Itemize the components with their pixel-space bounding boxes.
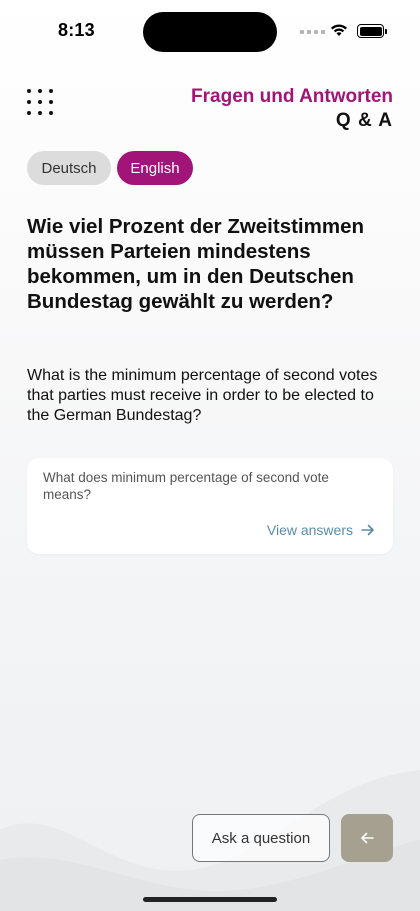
- question-english: What is the minimum percentage of second…: [27, 367, 378, 424]
- answer-card[interactable]: What does minimum percentage of second v…: [27, 458, 393, 554]
- question-german: Wie viel Prozent der Zweitstimmen müssen…: [27, 215, 365, 313]
- status-time: 8:13: [58, 20, 95, 40]
- dynamic-island: [143, 12, 277, 52]
- language-switcher: Deutsch English: [27, 151, 193, 185]
- status-bar: 8:13: [0, 0, 420, 60]
- app-title: Fragen und Antworten Q & A: [191, 86, 393, 134]
- menu-grid-icon[interactable]: [27, 89, 55, 117]
- ask-question-button[interactable]: Ask a question: [192, 814, 330, 862]
- wifi-icon: [331, 24, 347, 36]
- app-title-german: Fragen und Antworten: [191, 86, 393, 107]
- app-title-english: Q & A: [335, 110, 393, 131]
- home-indicator[interactable]: [143, 897, 277, 902]
- view-answers-label: View answers: [266, 522, 353, 538]
- arrow-right-icon: [361, 524, 374, 536]
- view-answers-link[interactable]: View answers: [267, 522, 375, 538]
- language-chip-deutsch[interactable]: Deutsch: [27, 151, 111, 185]
- answer-card-question: What does minimum percentage of second v…: [43, 470, 329, 502]
- arrow-left-icon: [361, 832, 374, 844]
- battery-icon: [357, 24, 387, 38]
- back-button[interactable]: [341, 814, 393, 862]
- language-chip-english[interactable]: English: [117, 151, 193, 185]
- cellular-signal-icon: [300, 30, 325, 34]
